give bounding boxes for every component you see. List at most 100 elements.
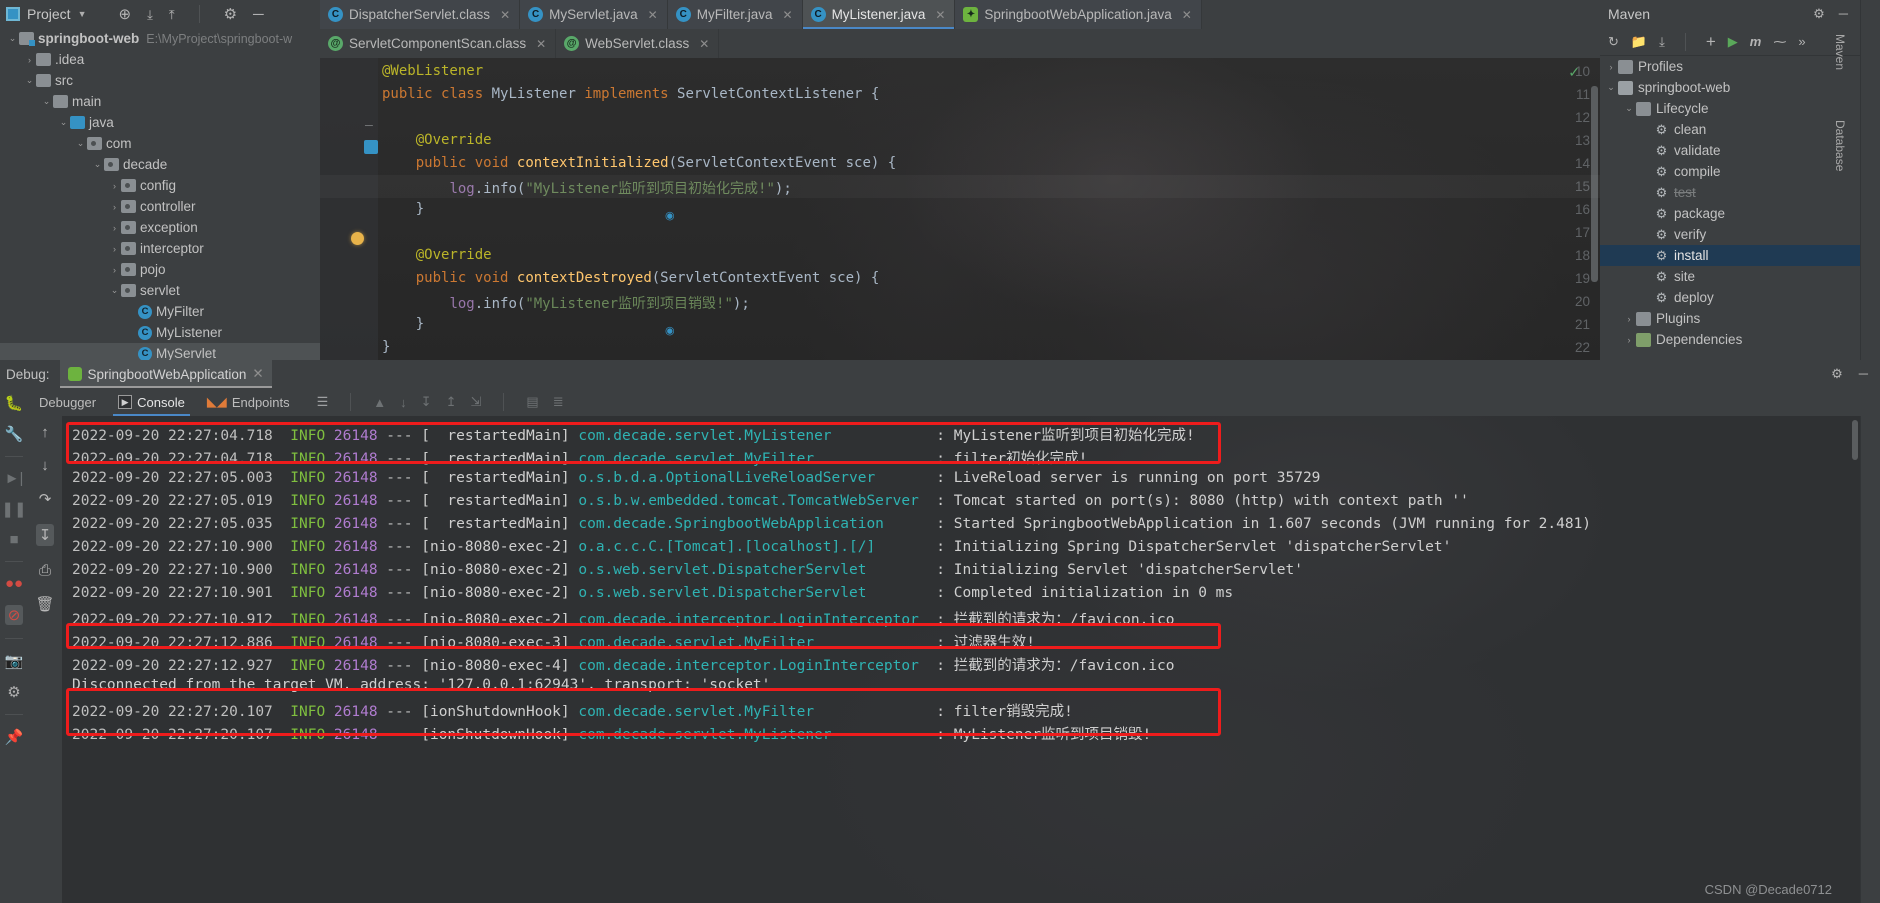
console-log-line[interactable]: 2022-09-20 22:27:05.003 INFO 26148 --- [… bbox=[72, 470, 1320, 486]
gear-icon[interactable]: ⚙ bbox=[224, 7, 237, 22]
collapse-all-icon[interactable]: ⤒ bbox=[169, 8, 175, 21]
chevron-down-icon[interactable]: ⌄ bbox=[23, 75, 36, 86]
code-line[interactable]: public void contextInitialized(ServletCo… bbox=[382, 155, 896, 171]
close-icon[interactable]: ✕ bbox=[935, 8, 945, 22]
tree-node-myservlet[interactable]: C MyServlet bbox=[0, 343, 320, 360]
maven-node-compile[interactable]: ⚙ compile bbox=[1600, 161, 1860, 182]
tree-node-controller[interactable]: › controller bbox=[0, 196, 320, 217]
chevron-down-icon[interactable]: ⌄ bbox=[74, 138, 87, 149]
close-icon[interactable]: ✕ bbox=[252, 366, 263, 382]
wrench-icon[interactable]: 🔧 bbox=[5, 425, 24, 443]
chevron-down-icon[interactable]: ⌄ bbox=[40, 96, 53, 107]
console-log-line[interactable]: 2022-09-20 22:27:04.718 INFO 26148 --- [… bbox=[72, 447, 1087, 468]
resume-icon[interactable]: ►| bbox=[5, 470, 24, 487]
console-log-line[interactable]: 2022-09-20 22:27:04.718 INFO 26148 --- [… bbox=[72, 424, 1195, 445]
tree-node-config[interactable]: › config bbox=[0, 175, 320, 196]
view-breakpoints-icon[interactable]: ●● bbox=[5, 575, 23, 592]
maven-node-profiles[interactable]: › Profiles bbox=[1600, 56, 1860, 77]
debug-run-config-tab[interactable]: SpringbootWebApplication ✕ bbox=[59, 360, 272, 388]
maven-node-test[interactable]: ⚙ test bbox=[1600, 182, 1860, 203]
maven-node-verify[interactable]: ⚙ verify bbox=[1600, 224, 1860, 245]
up-stack-icon[interactable]: ▲ bbox=[373, 395, 386, 410]
more-icon[interactable]: » bbox=[1798, 34, 1805, 49]
run-icon[interactable]: ▶ bbox=[1728, 34, 1738, 50]
editor-scrollbar[interactable] bbox=[1591, 86, 1598, 282]
tree-node-decade[interactable]: ⌄ decade bbox=[0, 154, 320, 175]
soft-wrap-icon[interactable]: ⇲ bbox=[470, 394, 481, 410]
print-icon[interactable]: ⎙ bbox=[39, 562, 51, 579]
mute-breakpoints-icon[interactable]: ⊘ bbox=[4, 605, 24, 625]
close-icon[interactable]: ✕ bbox=[648, 8, 658, 22]
chevron-down-icon[interactable]: ▼ bbox=[78, 9, 87, 19]
close-icon[interactable]: ✕ bbox=[500, 8, 510, 22]
console-log-line[interactable]: 2022-09-20 22:27:20.107 INFO 26148 --- [… bbox=[72, 723, 1151, 744]
code-line[interactable]: @Override bbox=[382, 247, 492, 263]
maven-node-deploy[interactable]: ⚙ deploy bbox=[1600, 287, 1860, 308]
code-line[interactable]: @Override bbox=[382, 132, 492, 148]
editor-tab-myservlet-java[interactable]: C MyServlet.java ✕ bbox=[520, 0, 668, 29]
console-log-line[interactable]: 2022-09-20 22:27:10.900 INFO 26148 --- [… bbox=[72, 539, 1451, 555]
maven-node-dependencies[interactable]: › Dependencies bbox=[1600, 329, 1860, 350]
chevron-down-icon[interactable]: ⌄ bbox=[1604, 82, 1618, 93]
locate-icon[interactable]: ⊕ bbox=[119, 7, 132, 22]
right-strip-database-label[interactable]: Database bbox=[1833, 120, 1847, 171]
editor-tab-springbootwebapplication-java[interactable]: ✦ SpringbootWebApplication.java ✕ bbox=[955, 0, 1202, 29]
chevron-right-icon[interactable]: › bbox=[23, 55, 36, 65]
editor-tab-mylistener-java[interactable]: C MyListener.java ✕ bbox=[802, 0, 956, 29]
settings-icon[interactable]: ⚙ bbox=[7, 683, 20, 701]
tree-node-src[interactable]: ⌄ src bbox=[0, 70, 320, 91]
code-line[interactable]: log.info("MyListener监听到项目初始化完成!"); bbox=[382, 178, 791, 198]
close-icon[interactable]: ✕ bbox=[783, 8, 793, 22]
console-log-line[interactable]: 2022-09-20 22:27:05.019 INFO 26148 --- [… bbox=[72, 493, 1469, 509]
minimize-icon[interactable]: ─ bbox=[1859, 366, 1868, 382]
stop-icon[interactable]: ■ bbox=[9, 531, 18, 548]
maven-tree[interactable]: › Profiles ⌄ springboot-web ⌄ Lifecycle ⚙ clean… bbox=[1600, 56, 1860, 350]
scroll-down-icon[interactable]: ↓ bbox=[41, 457, 49, 474]
maven-panel[interactable]: ↻ 📁 ⤓ + ▶ m ⁓ » › Profiles ⌄ springboot-web… bbox=[1600, 28, 1860, 360]
tree-node-com[interactable]: ⌄ com bbox=[0, 133, 320, 154]
soft-wrap-icon[interactable]: ↷ bbox=[39, 490, 52, 508]
editor-tab-dispatcherservlet-class[interactable]: C DispatcherServlet.class ✕ bbox=[320, 0, 521, 29]
scroll-up-icon[interactable]: ↥ bbox=[446, 394, 457, 410]
web-listener-gutter-icon[interactable] bbox=[364, 140, 378, 154]
editor-tab-servletcomponentscan-class[interactable]: @ ServletComponentScan.class ✕ bbox=[320, 29, 557, 58]
console-scrollbar[interactable] bbox=[1852, 420, 1858, 460]
bug-icon[interactable]: 🐛 bbox=[5, 394, 24, 412]
scroll-up-icon[interactable]: ↑ bbox=[41, 424, 49, 441]
console-log-line[interactable]: 2022-09-20 22:27:12.927 INFO 26148 --- [… bbox=[72, 654, 1175, 675]
chevron-right-icon[interactable]: › bbox=[1622, 314, 1636, 324]
maven-node-validate[interactable]: ⚙ validate bbox=[1600, 140, 1860, 161]
chevron-right-icon[interactable]: › bbox=[108, 244, 121, 254]
scroll-down-icon[interactable]: ↓ bbox=[400, 395, 407, 410]
camera-icon[interactable]: 📷 bbox=[5, 652, 24, 670]
chevron-right-icon[interactable]: › bbox=[108, 202, 121, 212]
maven-goal-icon[interactable]: m bbox=[1750, 34, 1762, 49]
project-tree[interactable]: ⌄ springboot-web E:\MyProject\springboot-w… bbox=[0, 28, 320, 360]
maven-node-install[interactable]: ⚙ install bbox=[1600, 245, 1860, 266]
console-log-line[interactable]: 2022-09-20 22:27:10.901 INFO 26148 --- [… bbox=[72, 585, 1233, 601]
console-log-line[interactable]: 2022-09-20 22:27:12.886 INFO 26148 --- [… bbox=[72, 631, 1035, 652]
tree-node-springboot-web[interactable]: ⌄ springboot-web E:\MyProject\springboot-w bbox=[0, 28, 320, 49]
override-method-icon[interactable]: ◉ bbox=[665, 209, 675, 222]
scroll-to-end-icon[interactable]: ↧ bbox=[35, 524, 55, 546]
console-log-line[interactable]: 2022-09-20 22:27:05.035 INFO 26148 --- [… bbox=[72, 516, 1591, 532]
console-output[interactable]: 2022-09-20 22:27:04.718 INFO 26148 --- [… bbox=[62, 416, 1860, 903]
download-sources-icon[interactable]: ⤓ bbox=[1659, 34, 1665, 50]
menu-icon[interactable]: ☰ bbox=[317, 394, 329, 410]
close-icon[interactable]: ✕ bbox=[536, 37, 546, 51]
gear-icon[interactable]: ⚙ bbox=[1831, 366, 1843, 382]
console-log-line[interactable]: Disconnected from the target VM, address… bbox=[72, 677, 770, 693]
console-side-toolbar[interactable]: ↑ ↓ ↷ ↧ ⎙ 🗑 bbox=[28, 416, 62, 903]
add-module-icon[interactable]: 📁 bbox=[1631, 34, 1647, 50]
editor-tab-myfilter-java[interactable]: C MyFilter.java ✕ bbox=[667, 0, 803, 29]
tree-node-java[interactable]: ⌄ java bbox=[0, 112, 320, 133]
scroll-to-end-icon[interactable]: ↧ bbox=[421, 394, 432, 410]
tree-node-idea[interactable]: › .idea bbox=[0, 49, 320, 70]
code-line[interactable]: @WebListener bbox=[382, 63, 483, 79]
chevron-down-icon[interactable]: ⌄ bbox=[6, 33, 19, 44]
override-method-icon[interactable]: ◉ bbox=[665, 324, 675, 337]
chevron-down-icon[interactable]: ⌄ bbox=[91, 159, 104, 170]
maven-node-lifecycle[interactable]: ⌄ Lifecycle bbox=[1600, 98, 1860, 119]
code-editor[interactable]: 10 11 12 13 14 15 16 17 18 19 20 21 22 @WebListener p… bbox=[320, 58, 1600, 360]
editor-gutter[interactable] bbox=[320, 58, 378, 360]
